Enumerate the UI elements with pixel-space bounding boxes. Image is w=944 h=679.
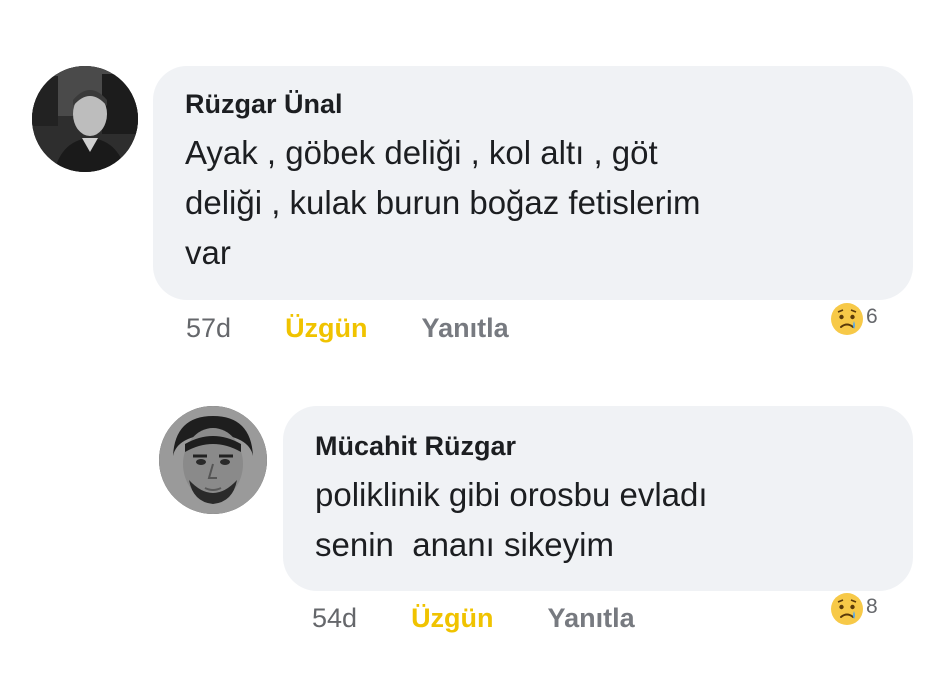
sad-emoji-icon xyxy=(831,593,863,625)
reaction-summary[interactable]: 8 xyxy=(830,592,878,626)
comment-author[interactable]: Mücahit Rüzgar xyxy=(315,430,883,462)
comment-line: senin ananı sikeyim xyxy=(315,526,614,563)
comment-timestamp[interactable]: 57d xyxy=(186,313,231,344)
comment-line: var xyxy=(185,234,231,271)
sad-emoji-icon xyxy=(831,303,863,335)
comment-actions: 57d Üzgün Yanıtla xyxy=(186,313,509,344)
reply-button[interactable]: Yanıtla xyxy=(548,603,635,634)
comment-line: Ayak , göbek deliği , kol altı , göt xyxy=(185,134,658,171)
profile-photo xyxy=(159,406,267,514)
comment-line: deliği , kulak burun boğaz fetislerim xyxy=(185,184,701,221)
comment-text: Ayak , göbek deliği , kol altı , göt del… xyxy=(185,128,883,278)
comment-timestamp[interactable]: 54d xyxy=(312,603,357,634)
profile-photo xyxy=(32,66,138,172)
comment-bubble: Mücahit Rüzgar poliklinik gibi orosbu ev… xyxy=(283,406,913,591)
comment-text: poliklinik gibi orosbu evladı senin anan… xyxy=(315,470,883,570)
comment-line: poliklinik gibi orosbu evladı xyxy=(315,476,708,513)
comment-author[interactable]: Rüzgar Ünal xyxy=(185,88,883,120)
reaction-count: 8 xyxy=(866,595,878,618)
react-button[interactable]: Üzgün xyxy=(411,603,493,634)
comment-actions: 54d Üzgün Yanıtla xyxy=(312,603,635,634)
reply-button[interactable]: Yanıtla xyxy=(422,313,509,344)
reaction-summary[interactable]: 6 xyxy=(830,302,878,336)
avatar[interactable] xyxy=(159,406,267,514)
react-button[interactable]: Üzgün xyxy=(285,313,367,344)
comment-bubble: Rüzgar Ünal Ayak , göbek deliği , kol al… xyxy=(153,66,913,300)
avatar[interactable] xyxy=(32,66,138,172)
reaction-count: 6 xyxy=(866,305,878,328)
